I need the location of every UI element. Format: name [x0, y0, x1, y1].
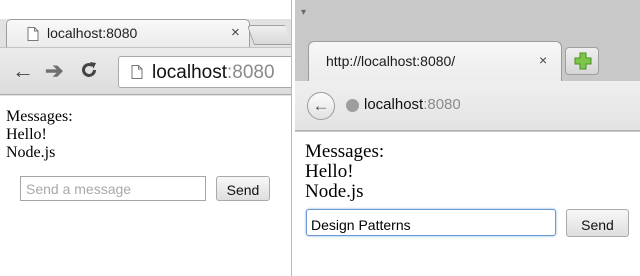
send-button[interactable]: Send	[566, 209, 629, 237]
back-icon[interactable]: ←	[12, 60, 34, 82]
send-button[interactable]: Send	[216, 176, 270, 201]
address-text: localhost:8080	[152, 62, 275, 83]
left-browser-chrome: localhost:8080 × ← ➔ localhost:8080	[0, 0, 291, 96]
new-tab-button[interactable]	[246, 25, 291, 45]
right-page-content: Messages: Hello! Node.js Design Patterns…	[295, 132, 640, 276]
right-browser-chrome: ▾ http://localhost:8080/ × ← localhost:8…	[295, 0, 640, 132]
tab-close-icon[interactable]: ×	[231, 24, 240, 41]
forward-icon[interactable]: ➔	[45, 60, 63, 82]
address-text[interactable]: localhost:8080	[364, 96, 461, 113]
message-item: Hello!	[305, 161, 354, 182]
tab-title: localhost:8080	[47, 25, 138, 41]
page-icon	[27, 27, 39, 46]
message-item: Hello!	[6, 126, 47, 143]
message-item: Node.js	[305, 181, 364, 202]
right-toolbar: ← localhost:8080	[295, 81, 640, 131]
window-menu-icon[interactable]: ▾	[301, 7, 306, 18]
messages-heading: Messages:	[6, 108, 73, 125]
address-bar[interactable]: localhost:8080	[118, 56, 291, 88]
tab-title: http://localhost:8080/	[326, 53, 456, 69]
messages-heading: Messages:	[305, 141, 385, 162]
new-tab-button[interactable]	[565, 47, 599, 75]
page-icon	[131, 65, 143, 84]
message-item: Node.js	[6, 144, 56, 161]
reload-icon[interactable]	[79, 60, 99, 84]
globe-icon	[346, 99, 359, 112]
right-browser-window: ▾ http://localhost:8080/ × ← localhost:8…	[295, 0, 640, 276]
tab-close-icon[interactable]: ×	[539, 52, 547, 68]
left-active-tab[interactable]: localhost:8080 ×	[6, 19, 250, 47]
back-icon[interactable]: ←	[307, 92, 335, 120]
message-input[interactable]: Send a message	[20, 176, 206, 201]
right-active-tab[interactable]: http://localhost:8080/ ×	[308, 41, 562, 81]
left-page-content: Messages: Hello! Node.js Send a message …	[0, 96, 291, 276]
left-browser-window: localhost:8080 × ← ➔ localhost:8080 Mess…	[0, 0, 292, 276]
left-toolbar: ← ➔ localhost:8080	[0, 47, 291, 95]
plus-icon	[574, 52, 592, 75]
message-input[interactable]: Design Patterns	[306, 209, 556, 236]
